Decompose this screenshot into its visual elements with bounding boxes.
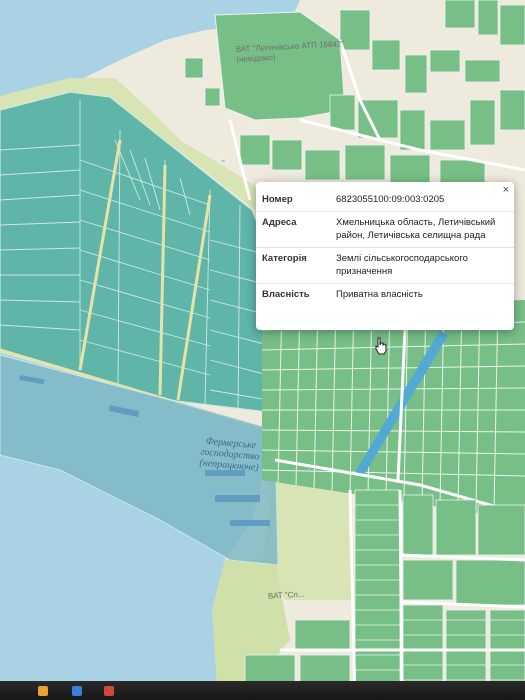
cadastral-map[interactable]: ВАТ "Летичівське АТП 16842" (невідомо) Ф… [0, 0, 525, 700]
parcel-info-popup: × Номер 6823055100:09:003:0205 Адреса Хм… [256, 182, 514, 330]
close-icon[interactable]: × [503, 184, 509, 196]
map-canvas[interactable] [0, 0, 525, 700]
folder-icon[interactable] [38, 686, 48, 696]
info-row-category: Категорія Землі сільськогосподарського п… [256, 247, 514, 284]
info-row-address: Адреса Хмельницька область, Летичівський… [256, 211, 514, 248]
parcel-info-table: Номер 6823055100:09:003:0205 Адреса Хмел… [256, 189, 514, 306]
taskbar [0, 681, 525, 700]
hand-pointer-icon [375, 337, 387, 355]
row-key: Номер [262, 194, 293, 205]
row-key: Категорія [256, 247, 330, 284]
category-value: Землі сільськогосподарського призначення [330, 247, 514, 284]
app-icon[interactable] [104, 686, 114, 696]
address-value: Хмельницька область, Летичівський район,… [330, 211, 514, 248]
cadastral-number: 6823055100:09:003:0205 [336, 194, 445, 205]
row-key: Власність [256, 283, 330, 306]
ownership-value: Приватна власність [330, 283, 514, 306]
info-row-ownership: Власність Приватна власність [256, 283, 514, 306]
info-row-number: Номер 6823055100:09:003:0205 [256, 189, 514, 212]
row-key: Адреса [256, 211, 330, 248]
mail-icon[interactable] [72, 686, 82, 696]
